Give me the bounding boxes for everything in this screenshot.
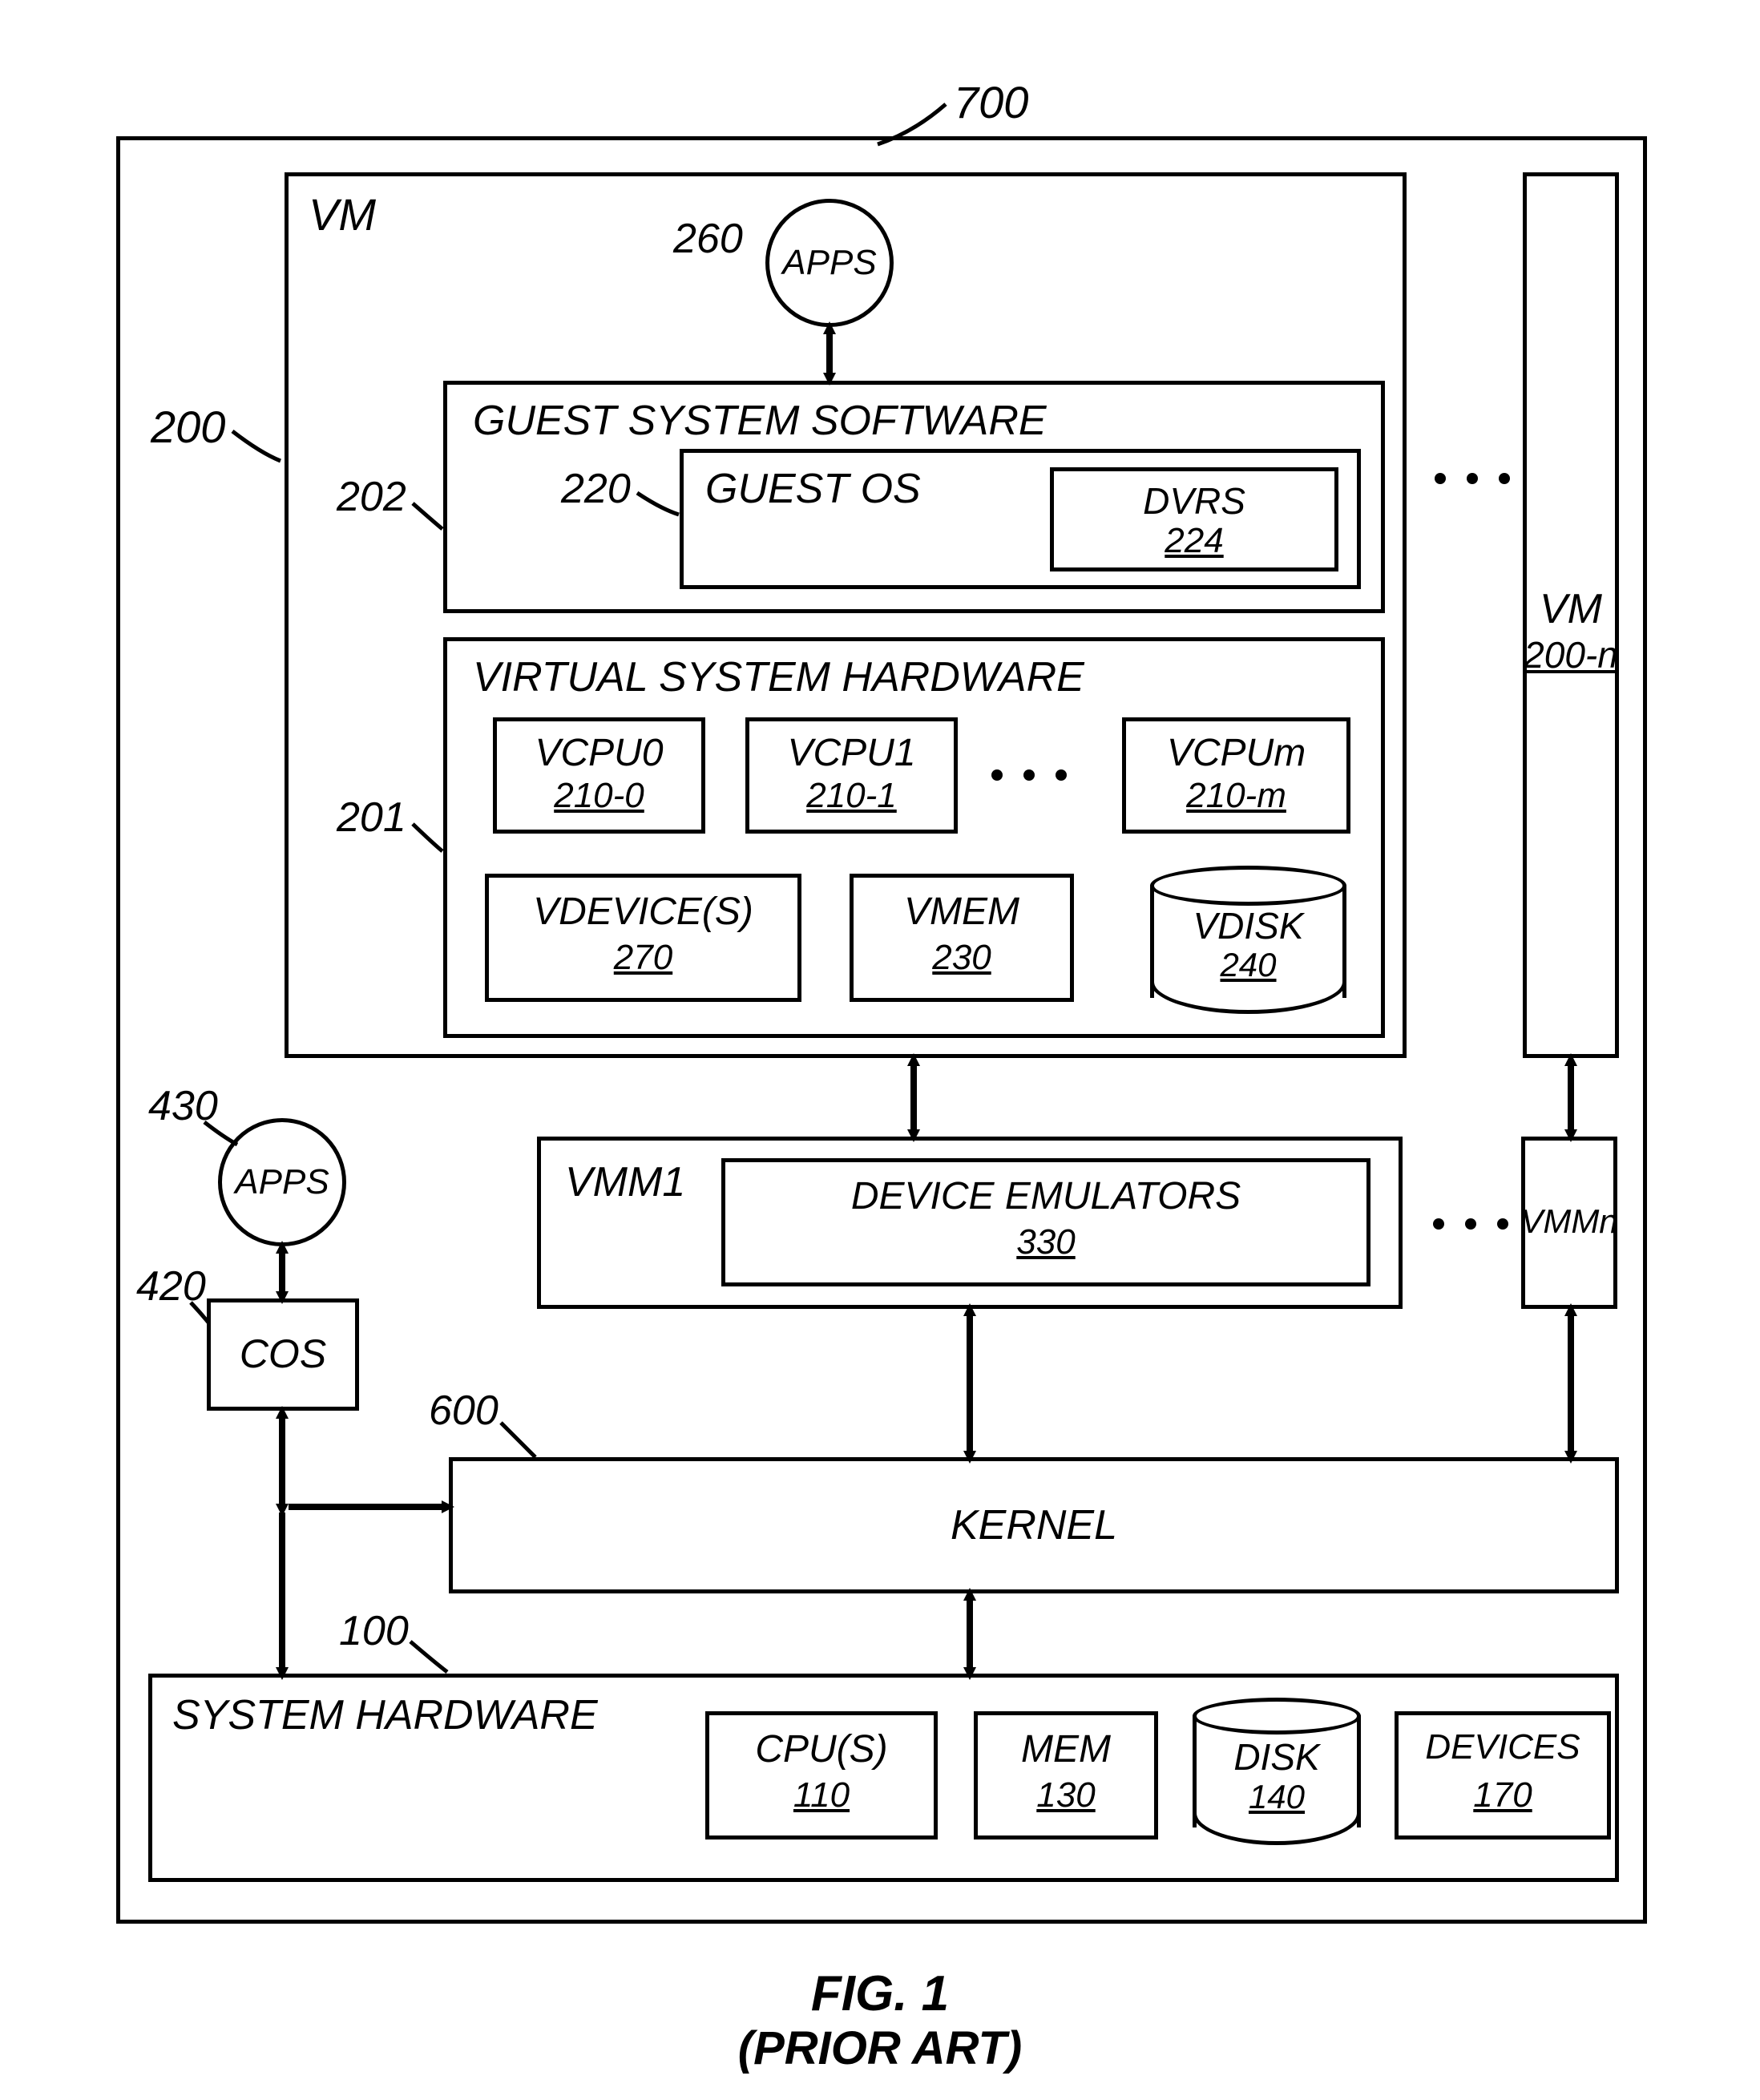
kernel-label: KERNEL xyxy=(449,1501,1619,1549)
figure-title: FIG. 1 xyxy=(0,1965,1760,2022)
devices-ref: 170 xyxy=(1395,1775,1611,1815)
kernel-ref: 600 xyxy=(429,1387,499,1435)
figure-subtitle: (PRIOR ART) xyxy=(0,2021,1760,2075)
cos-ref: 420 xyxy=(136,1262,206,1310)
dvrs-ref: 224 xyxy=(1050,521,1338,561)
mem-ref: 130 xyxy=(974,1775,1158,1815)
apps-cos-ref: 430 xyxy=(148,1082,218,1130)
vdisk-label: VDISK xyxy=(1150,904,1346,947)
vcpu0-ref: 210-0 xyxy=(493,776,705,816)
ref-201: 201 xyxy=(337,794,406,842)
apps-vm-ref: 260 xyxy=(673,215,743,263)
sys-hw-ref: 100 xyxy=(339,1607,409,1655)
vcpum-label: VCPUm xyxy=(1122,731,1350,775)
apps-vm-circle: APPS xyxy=(765,199,894,327)
vdev-label: VDEVICE(S) xyxy=(485,890,801,934)
vmem-ref: 230 xyxy=(850,938,1074,978)
ref-200: 200 xyxy=(151,401,225,453)
apps-cos-circle: APPS xyxy=(218,1118,346,1246)
vm-n-ref: 200-n xyxy=(1515,633,1627,676)
dev-emu-label: DEVICE EMULATORS xyxy=(721,1174,1370,1218)
sys-hw-label: SYSTEM HARDWARE xyxy=(172,1691,598,1739)
vm-label: VM xyxy=(309,188,376,240)
disk-ref: 140 xyxy=(1193,1778,1361,1816)
apps-cos-label: APPS xyxy=(235,1162,329,1202)
cpu-ref: 110 xyxy=(705,1775,938,1815)
ellipsis-vmm xyxy=(1433,1218,1508,1230)
ref-202: 202 xyxy=(337,473,406,521)
diagram-canvas: 700 VM VM 200-n APPS 260 GUEST SYSTEM SO… xyxy=(0,0,1760,2100)
vcpu1-label: VCPU1 xyxy=(745,731,958,775)
gss-label: GUEST SYSTEM SOFTWARE xyxy=(473,397,1047,445)
vcpum-ref: 210-m xyxy=(1122,776,1350,816)
vsh-label: VIRTUAL SYSTEM HARDWARE xyxy=(473,653,1084,701)
vcpu1-ref: 210-1 xyxy=(745,776,958,816)
vdisk-ref: 240 xyxy=(1150,946,1346,984)
cos-label: COS xyxy=(207,1331,359,1377)
vmm1-label: VMM1 xyxy=(565,1158,685,1206)
disk-label: DISK xyxy=(1193,1735,1361,1779)
vcpu0-label: VCPU0 xyxy=(493,731,705,775)
ref-220: 220 xyxy=(561,465,631,513)
guest-os-label: GUEST OS xyxy=(705,465,921,513)
dvrs-label: DVRS xyxy=(1050,479,1338,523)
vm-n-label: VM xyxy=(1523,585,1619,633)
mem-label: MEM xyxy=(974,1727,1158,1771)
dev-emu-ref: 330 xyxy=(721,1222,1370,1262)
ellipsis-vcpu xyxy=(991,769,1067,781)
vmmn-label: VMMn xyxy=(1505,1202,1633,1241)
devices-label: DEVICES xyxy=(1387,1727,1619,1767)
apps-vm-label: APPS xyxy=(782,243,876,283)
ellipsis-vm xyxy=(1435,473,1510,484)
vmem-label: VMEM xyxy=(850,890,1074,934)
ref-700: 700 xyxy=(954,76,1028,128)
vdev-ref: 270 xyxy=(485,938,801,978)
cpu-label: CPU(S) xyxy=(705,1727,938,1771)
